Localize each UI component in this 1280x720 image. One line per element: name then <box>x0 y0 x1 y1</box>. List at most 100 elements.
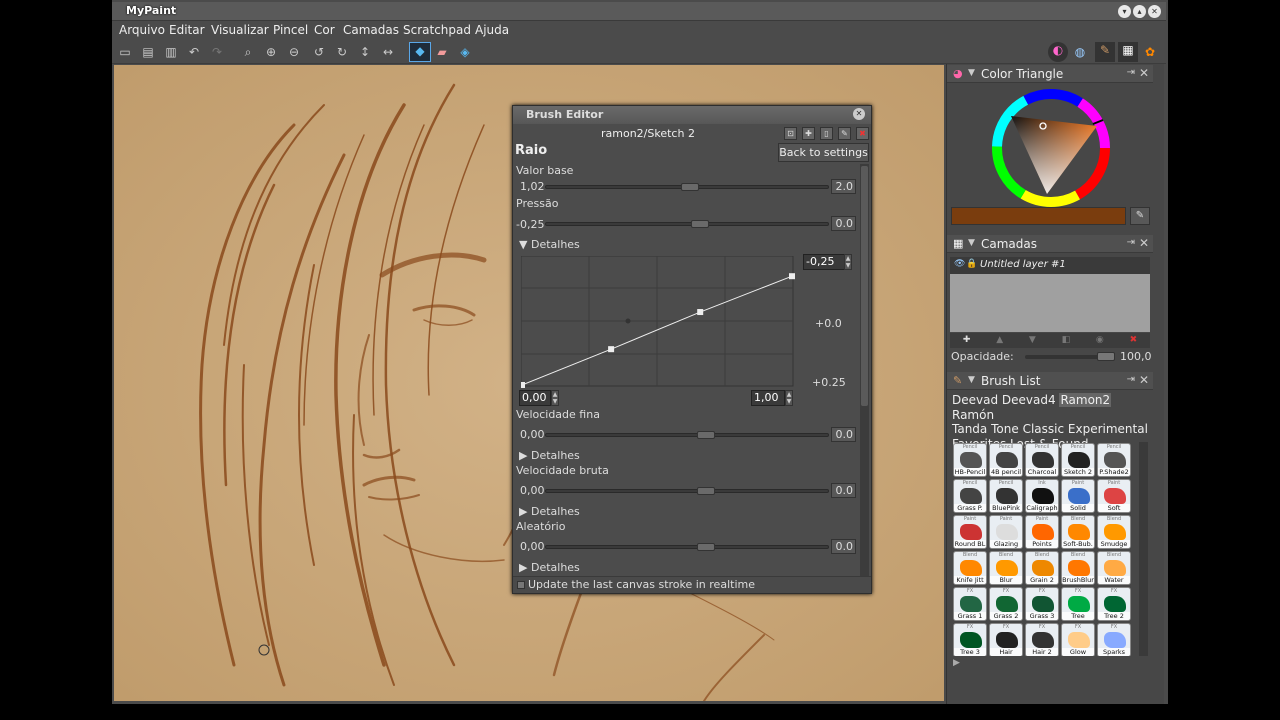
expand-arrow-icon[interactable]: ▶ <box>953 658 960 668</box>
hsv-icon[interactable]: ◍ <box>1072 44 1088 60</box>
dialog-close-icon[interactable]: ✕ <box>853 108 865 120</box>
pressure-curve-editor[interactable] <box>521 256 795 388</box>
brush-item[interactable]: FX Grass 3 <box>1025 587 1059 621</box>
pressure-details-toggle[interactable]: ▼ Detalhes <box>519 238 580 251</box>
brush-item[interactable]: FX Tree <box>1061 587 1095 621</box>
group-deevad[interactable]: Deevad <box>952 393 998 407</box>
brush-item[interactable]: Paint Points <box>1025 515 1059 549</box>
pressure-slider[interactable] <box>545 222 829 226</box>
brush-list-scrollbar[interactable] <box>1139 442 1148 656</box>
brush-mode-icon[interactable]: ◆ <box>409 42 431 62</box>
dialog-title-bar[interactable]: Brush Editor ✕ <box>513 106 871 124</box>
layer-props-icon[interactable]: ◉ <box>1096 333 1104 348</box>
redo-icon[interactable]: ↷ <box>209 44 225 60</box>
brush-item[interactable]: Blend Soft-Bub. <box>1061 515 1095 549</box>
dialog-scrollbar[interactable] <box>860 164 869 576</box>
rename-icon[interactable]: ⊡ <box>784 127 797 140</box>
brush-item[interactable]: Pencil Grass P. <box>953 479 987 513</box>
brush-item[interactable]: Pencil Sketch 2 <box>1061 443 1095 477</box>
close-panel-icon[interactable]: ✕ <box>1139 236 1149 250</box>
delete-layer-icon[interactable]: ✖ <box>1130 333 1138 348</box>
brush-icon[interactable]: ✎ <box>1095 42 1115 62</box>
new-icon[interactable]: ▭ <box>117 44 133 60</box>
save-icon[interactable]: ▥ <box>163 44 179 60</box>
move-down-icon[interactable]: ▼ <box>1029 333 1036 348</box>
group-ramon2[interactable]: Ramon2 <box>1059 393 1112 407</box>
dialog-scrollbar-thumb[interactable] <box>861 166 868 406</box>
pressure-max[interactable]: 0.0 <box>831 216 856 231</box>
group-tanda[interactable]: Tanda <box>952 422 987 436</box>
brush-item[interactable]: Blend Smudge <box>1097 515 1131 549</box>
menu-editar[interactable]: Editar <box>169 23 205 37</box>
group-experimental[interactable]: Experimental <box>1068 422 1148 436</box>
brush-item[interactable]: FX Hair 2 <box>1025 623 1059 656</box>
spin-arrows-icon[interactable]: ▲ ▼ <box>785 390 793 406</box>
add-layer-icon[interactable]: ✚ <box>963 333 971 348</box>
brush-item[interactable]: FX Tree 3 <box>953 623 987 656</box>
curve-control-point[interactable] <box>697 309 704 316</box>
random-max[interactable]: 0.0 <box>831 539 856 554</box>
gross-speed-slider-thumb[interactable] <box>696 487 715 495</box>
brush-item[interactable]: FX Grass 1 <box>953 587 987 621</box>
brush-item[interactable]: Paint Solid <box>1061 479 1095 513</box>
brush-item[interactable]: Blend BrushBlur <box>1061 551 1095 585</box>
eraser-icon[interactable]: ▰ <box>434 44 450 60</box>
random-slider-thumb[interactable] <box>696 543 715 551</box>
float-icon[interactable]: ⇥ <box>1127 67 1135 78</box>
realtime-checkbox[interactable] <box>517 581 525 589</box>
brush-item[interactable]: Pencil 4B pencil <box>989 443 1023 477</box>
menu-arquivo[interactable]: Arquivo <box>119 23 165 37</box>
collapse-icon[interactable]: ▼ <box>968 68 975 78</box>
menu-visualizar[interactable]: Visualizar <box>211 23 269 37</box>
curve-control-point[interactable] <box>521 382 525 388</box>
brush-item[interactable]: Pencil HB-Pencil <box>953 443 987 477</box>
edit-icon[interactable]: ✎ <box>838 127 851 140</box>
brush-item[interactable]: Paint Glazing <box>989 515 1023 549</box>
brush-item[interactable]: FX Grass 2 <box>989 587 1023 621</box>
brush-item[interactable]: FX Glow <box>1061 623 1095 656</box>
maximize-icon[interactable]: ▴ <box>1133 5 1146 18</box>
group-ramon[interactable]: Ramón <box>952 408 994 422</box>
menu-ajuda[interactable]: Ajuda <box>475 23 509 37</box>
open-icon[interactable]: ▤ <box>140 44 156 60</box>
group-deevad4[interactable]: Deevad4 <box>1002 393 1056 407</box>
rotate-right-icon[interactable]: ↻ <box>334 44 350 60</box>
save-brush-icon[interactable]: ✚ <box>802 127 815 140</box>
float-icon[interactable]: ⇥ <box>1127 237 1135 248</box>
color-wheel[interactable] <box>989 86 1113 210</box>
group-classic[interactable]: Classic <box>1023 422 1065 436</box>
color-picker-icon[interactable]: ✎ <box>1130 207 1150 225</box>
layer-list-area[interactable] <box>950 274 1150 332</box>
curve-control-point[interactable] <box>789 273 795 280</box>
brush-item[interactable]: Ink Caligraph <box>1025 479 1059 513</box>
color-wheel-icon[interactable]: ◐ <box>1048 42 1068 62</box>
curve-x-min-input[interactable]: 0,00 <box>519 390 551 406</box>
gross-speed-max[interactable]: 0.0 <box>831 483 856 498</box>
move-up-icon[interactable]: ▲ <box>996 333 1003 348</box>
spin-arrows-icon[interactable]: ▲ ▼ <box>551 390 559 406</box>
delete-brush-icon[interactable]: ✖ <box>856 127 869 140</box>
pressure-slider-thumb[interactable] <box>691 220 710 228</box>
group-tone[interactable]: Tone <box>991 422 1019 436</box>
gross-speed-slider[interactable] <box>545 489 829 493</box>
collapse-icon[interactable]: ▼ <box>968 238 975 248</box>
close-panel-icon[interactable]: ✕ <box>1139 373 1149 387</box>
menu-pincel[interactable]: Pincel <box>273 23 308 37</box>
merge-icon[interactable]: ◧ <box>1062 333 1071 348</box>
curve-x-max-input[interactable]: 1,00 <box>751 390 785 406</box>
close-panel-icon[interactable]: ✕ <box>1139 66 1149 80</box>
float-icon[interactable]: ⇥ <box>1127 374 1135 385</box>
undo-icon[interactable]: ↶ <box>186 44 202 60</box>
fine-speed-slider[interactable] <box>545 433 829 437</box>
visibility-icon[interactable]: 👁 <box>954 259 965 269</box>
brush-item[interactable]: Pencil BluePink <box>989 479 1023 513</box>
opacity-slider-thumb[interactable] <box>1097 352 1115 361</box>
layer-row[interactable]: 👁 🔒 Untitled layer #1 <box>950 257 1150 274</box>
minimize-icon[interactable]: ▾ <box>1118 5 1131 18</box>
zoom-reset-icon[interactable]: ⌕ <box>240 44 256 60</box>
brush-item[interactable]: Blend Knife Jitt <box>953 551 987 585</box>
brush-item[interactable]: Blend Grain 2 <box>1025 551 1059 585</box>
palette-icon[interactable]: ✿ <box>1142 44 1158 60</box>
spin-arrows-icon[interactable]: ▲ ▼ <box>844 254 852 270</box>
collapse-icon[interactable]: ▼ <box>968 375 975 385</box>
